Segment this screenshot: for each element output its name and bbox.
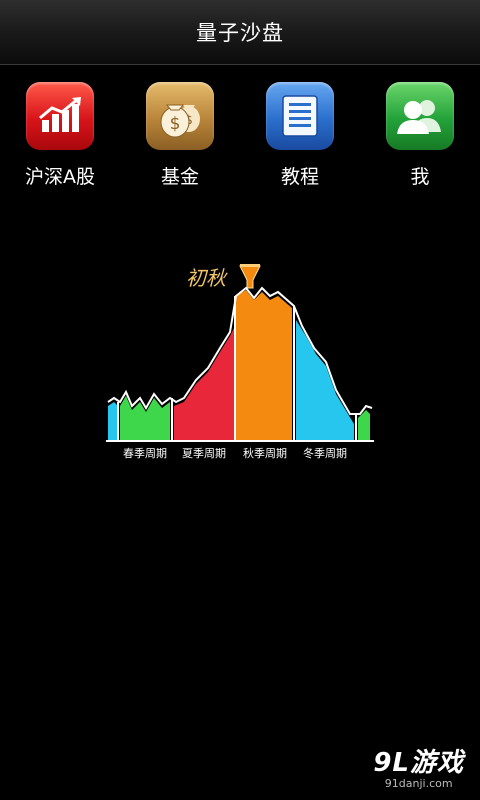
menu-item-stocks[interactable]: 沪深A股 — [0, 82, 120, 189]
menu-item-tutorial[interactable]: 教程 — [240, 82, 360, 189]
menu-label-me: 我 — [410, 166, 430, 188]
phase-area-autumn — [236, 290, 292, 440]
document-icon — [266, 82, 334, 150]
market-cycle-diagram: 初秋 春季周期 夏季周期 秋季周期 冬季周期 — [104, 256, 376, 472]
money-bag-icon: $ $ — [146, 82, 214, 150]
menu-item-me[interactable]: 我 — [360, 82, 480, 189]
stock-chart-icon — [26, 82, 94, 150]
funnel-icon — [239, 264, 261, 289]
phase-label-spring: 春季周期 — [123, 447, 167, 460]
phase-label-winter: 冬季周期 — [303, 446, 347, 460]
phase-area-summer — [174, 328, 234, 440]
app-menu: 沪深A股 $ $ 基金 教程 — [0, 82, 480, 192]
phase-label-summer: 夏季周期 — [182, 447, 226, 460]
watermark-url: 91danji.com — [384, 777, 453, 790]
phase-area-winter — [296, 320, 354, 440]
phase-label-autumn: 秋季周期 — [243, 446, 287, 460]
menu-label-tutorial: 教程 — [280, 166, 319, 188]
app-title: 量子沙盘 — [196, 21, 284, 45]
menu-label-stocks: 沪深A股 — [25, 166, 95, 188]
menu-item-funds[interactable]: $ $ 基金 — [120, 82, 240, 189]
svg-text:$: $ — [170, 114, 181, 134]
menu-label-funds: 基金 — [160, 166, 199, 188]
watermark: 9L游戏 91danji.com — [373, 742, 464, 790]
users-icon — [386, 82, 454, 150]
watermark-logo: 9L游戏 — [373, 748, 464, 778]
marker-label: 初秋 — [186, 266, 228, 290]
cycle-edge-left — [108, 402, 118, 440]
title-bar: 量子沙盘 — [0, 0, 480, 65]
